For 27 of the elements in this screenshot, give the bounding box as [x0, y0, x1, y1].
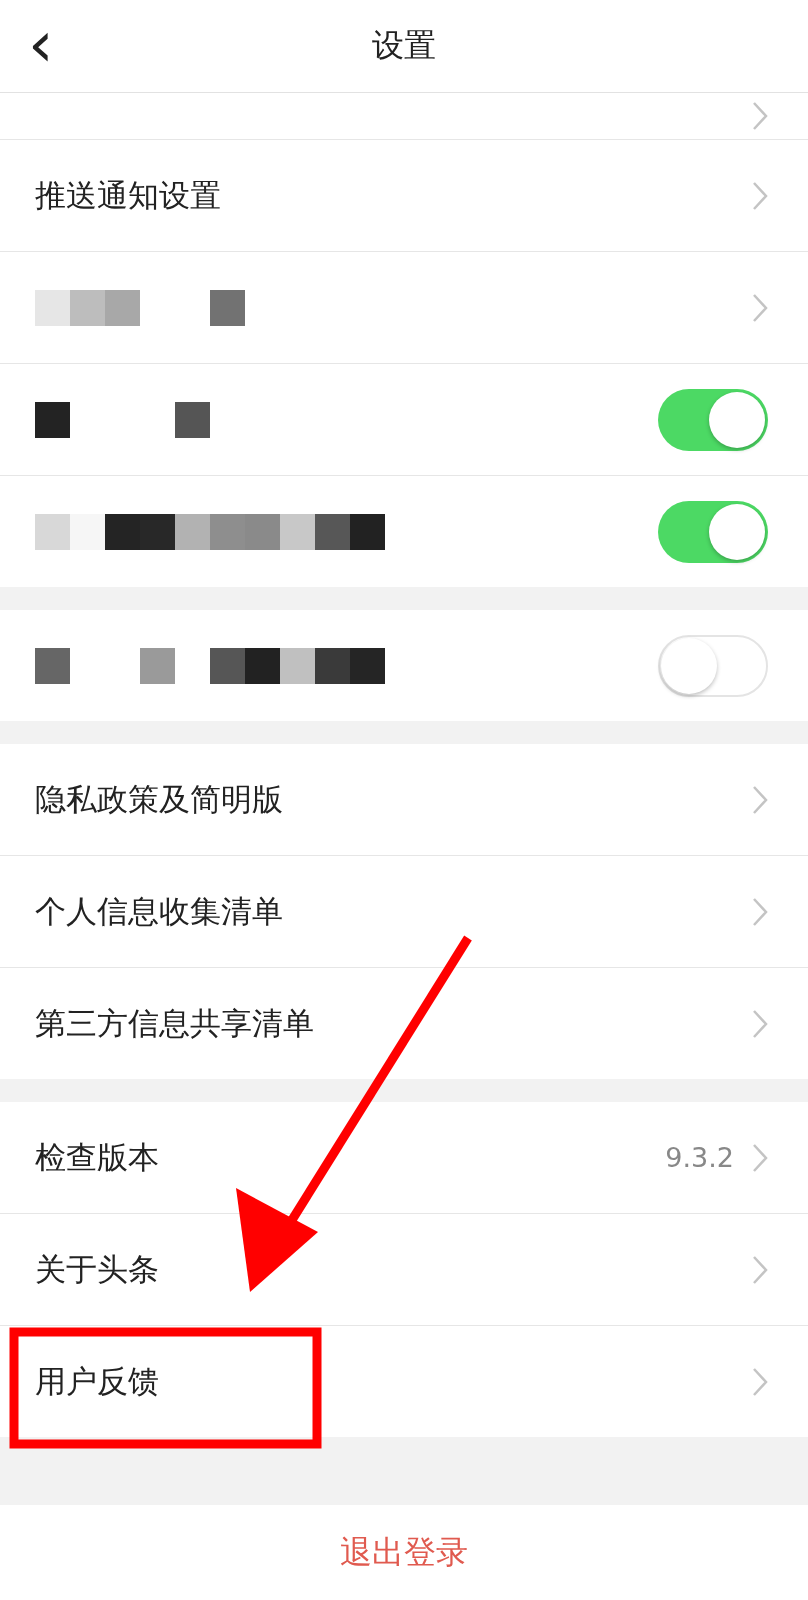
settings-row[interactable]: 用户反馈: [0, 1326, 808, 1437]
settings-row[interactable]: 第三方信息共享清单: [0, 968, 808, 1079]
row-label: 用户反馈: [35, 1361, 160, 1401]
back-button[interactable]: ‹: [28, 14, 54, 74]
version-value: 9.3.2: [665, 1142, 734, 1173]
toggle-switch[interactable]: [658, 388, 768, 451]
toggle-switch[interactable]: [658, 634, 768, 697]
chevron-icon: [752, 292, 768, 323]
row-label: 个人信息收集清单: [35, 891, 284, 931]
chevron-icon: [752, 1008, 768, 1039]
row-label: 第三方信息共享清单: [35, 1003, 315, 1043]
logout-button[interactable]: 退出登录: [334, 1529, 474, 1576]
chevron-icon: [752, 1254, 768, 1285]
chevron-icon: [752, 1366, 768, 1397]
row-label: 检查版本: [35, 1137, 160, 1177]
row-label: 隐私政策及简明版: [35, 779, 284, 819]
page-title: 设置: [372, 25, 436, 66]
chevron-icon: [752, 101, 768, 131]
chevron-icon: [752, 180, 768, 211]
settings-row[interactable]: 个人信息收集清单: [0, 856, 808, 968]
chevron-icon: [752, 784, 768, 815]
chevron-icon: [752, 1142, 768, 1173]
toggle-switch[interactable]: [658, 500, 768, 563]
row-label: 关于头条: [35, 1249, 160, 1289]
row-label: 推送通知设置: [35, 175, 222, 215]
chevron-icon: [752, 896, 768, 927]
settings-row[interactable]: 隐私政策及简明版: [0, 744, 808, 856]
